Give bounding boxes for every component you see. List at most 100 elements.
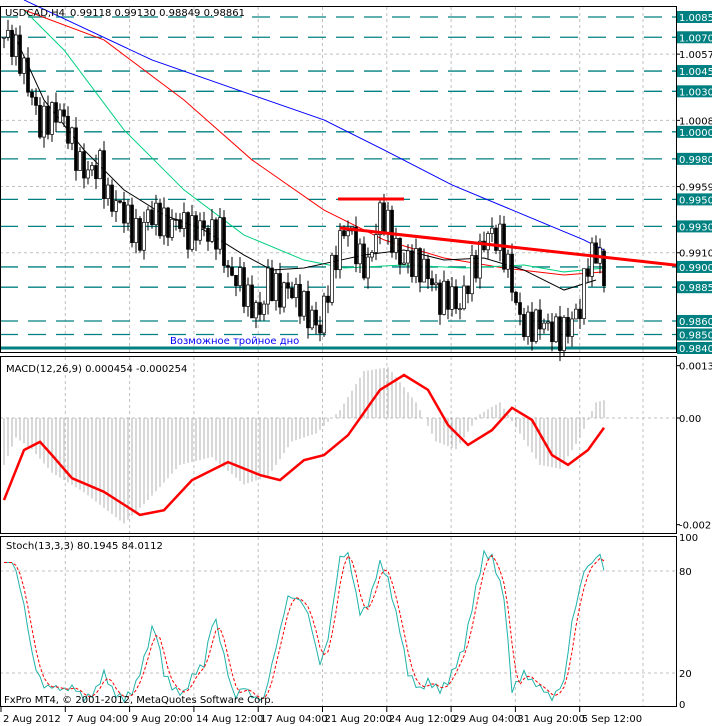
bull-candle — [218, 217, 222, 250]
ma-green-line — [23, 9, 605, 273]
bull-candle — [366, 256, 370, 279]
bear-candle — [566, 317, 570, 337]
bull-candle — [434, 282, 438, 286]
stoch-axis-label: 20 — [679, 669, 692, 680]
bear-candle — [74, 127, 78, 171]
bear-candle — [258, 302, 262, 315]
bull-candle — [42, 105, 46, 138]
macd-signal-line — [2, 373, 606, 517]
bear-candle — [226, 265, 230, 268]
bull-candle — [458, 308, 462, 311]
bear-candle — [326, 295, 330, 303]
bull-candle — [114, 200, 118, 212]
bull-candle — [90, 165, 94, 171]
bear-candle — [354, 226, 358, 265]
price-label: 1.00000 — [679, 128, 712, 139]
bull-candle — [370, 252, 374, 258]
bear-candle — [206, 227, 210, 242]
annotation-text: Возможное тройное дно — [170, 336, 299, 347]
macd-axis-label: 0.00 — [679, 414, 701, 425]
price-label: 0.99000 — [679, 263, 712, 274]
bear-candle — [194, 215, 198, 241]
bull-candle — [182, 212, 186, 229]
price-label: 0.99595 — [679, 183, 712, 194]
bear-candle — [278, 273, 282, 308]
bull-candle — [462, 285, 466, 310]
bear-candle — [318, 324, 322, 334]
chart-canvas[interactable]: 2 Aug 2012 7 Aug 04:00 9 Aug 20:00 14 Aug 1… — [0, 0, 712, 726]
bear-candle — [390, 209, 394, 253]
bear-candle — [578, 308, 582, 319]
bear-candle — [150, 209, 154, 226]
bear-candle — [158, 202, 162, 237]
bull-candle — [402, 262, 406, 265]
bull-candle — [210, 219, 214, 242]
price-label: 0.99105 — [679, 249, 712, 260]
bear-candle — [342, 230, 346, 237]
bear-candle — [518, 302, 522, 315]
bull-candle — [442, 280, 446, 315]
stoch-signal-line — [4, 554, 605, 700]
bear-candle — [298, 283, 302, 317]
bear-candle — [178, 219, 182, 229]
bull-candle — [2, 36, 6, 39]
bear-candle — [522, 314, 526, 337]
bull-candle — [386, 209, 390, 235]
bear-candle — [46, 105, 50, 135]
bull-candle — [58, 109, 62, 123]
bull-candle — [154, 202, 158, 226]
bear-candle — [130, 204, 134, 243]
bear-candle — [494, 227, 498, 251]
bear-candle — [510, 253, 514, 293]
bear-candle — [306, 291, 310, 329]
bull-candle — [486, 233, 490, 251]
price-label: 0.98500 — [679, 330, 712, 341]
bear-candle — [234, 274, 238, 287]
bull-candle — [330, 254, 334, 303]
time-label: 31 Aug 20:00 — [517, 714, 584, 725]
ma-red-line — [23, 9, 605, 276]
bear-candle — [166, 207, 170, 238]
bull-candle — [78, 151, 82, 171]
bear-candle — [286, 282, 290, 289]
time-label: 29 Aug 04:00 — [453, 714, 520, 725]
time-label: 17 Aug 04:00 — [260, 714, 327, 725]
bear-candle — [334, 254, 338, 271]
bull-candle — [266, 267, 270, 305]
price-label: 1.00450 — [679, 67, 712, 78]
bull-candle — [582, 268, 586, 319]
bull-candle — [162, 207, 166, 237]
bull-candle — [302, 291, 306, 317]
bull-candle — [450, 286, 454, 310]
bear-candle — [10, 29, 14, 57]
bull-candle — [106, 184, 110, 200]
bull-candle — [534, 309, 538, 342]
bull-candle — [198, 220, 202, 241]
bull-candle — [490, 227, 494, 234]
bear-candle — [222, 217, 226, 266]
bull-candle — [254, 302, 258, 319]
price-label: 1.00085 — [679, 116, 712, 127]
time-label: 21 Aug 20:00 — [325, 714, 392, 725]
bull-candle — [422, 258, 426, 283]
bull-candle — [346, 230, 350, 237]
bull-candle — [394, 238, 398, 253]
price-label: 0.98600 — [679, 317, 712, 328]
bull-candle — [134, 218, 138, 243]
bull-candle — [322, 295, 326, 334]
bear-candle — [530, 311, 534, 342]
bear-candle — [102, 150, 106, 200]
price-label: 0.99300 — [679, 222, 712, 233]
bear-candle — [514, 291, 518, 303]
stoch-main-line — [3, 549, 605, 703]
bull-candle — [282, 282, 286, 308]
time-label: 24 Aug 12:00 — [389, 714, 456, 725]
bear-candle — [446, 280, 450, 310]
bull-candle — [294, 283, 298, 299]
bear-candle — [454, 286, 458, 310]
bear-candle — [474, 255, 478, 279]
bull-candle — [86, 169, 90, 179]
bull-candle — [374, 234, 378, 253]
bull-candle — [574, 308, 578, 320]
bull-candle — [554, 316, 558, 343]
